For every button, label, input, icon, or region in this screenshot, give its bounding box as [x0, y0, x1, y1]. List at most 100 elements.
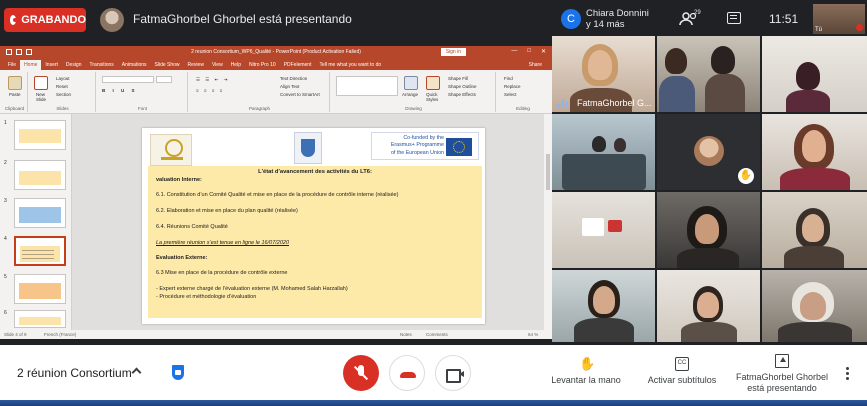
- replace-button[interactable]: Replace: [504, 84, 521, 89]
- raise-hand-label: Levantar la mano: [551, 375, 621, 385]
- quick-styles-label: Quick Styles: [426, 92, 439, 102]
- participant-tile[interactable]: [657, 192, 760, 268]
- zoom-level[interactable]: 64 %: [528, 332, 538, 337]
- close-icon[interactable]: ✕: [541, 48, 546, 55]
- layout-button[interactable]: Layout: [56, 76, 70, 81]
- slide-thumbnail-5[interactable]: [14, 274, 66, 304]
- window-buttons: — □ ✕: [511, 48, 546, 55]
- font-name-box[interactable]: [102, 76, 154, 83]
- presenter-banner: FatmaGhorbel Ghorbel está presentando: [133, 12, 352, 26]
- slide-line: 6.2. Elaboration et mise en place du pla…: [156, 208, 298, 214]
- font-group: B I U S Font: [98, 72, 188, 112]
- participant-tile[interactable]: [762, 114, 867, 190]
- host-controls-shield-icon[interactable]: [172, 365, 184, 380]
- camera-toggle-button[interactable]: [435, 355, 471, 391]
- align-buttons[interactable]: ≡ ≡ ≡ ≡: [196, 88, 224, 93]
- paragraph-label: Paragraph: [248, 106, 270, 111]
- tab-pdfelement[interactable]: PDFelement: [280, 60, 316, 70]
- meeting-header: C Chiara Donnini y 14 más 29 11:51 Tú: [552, 0, 867, 36]
- meeting-name[interactable]: 2 réunion Consortium: [17, 366, 132, 380]
- tab-nitro[interactable]: Nitro Pro 10: [245, 60, 280, 70]
- slide-scrollbar[interactable]: [544, 114, 552, 330]
- participant-tile[interactable]: [762, 192, 867, 268]
- tab-slide-show[interactable]: Slide Show: [151, 60, 184, 70]
- quick-styles-icon[interactable]: [426, 76, 440, 90]
- text-direction-button[interactable]: Text Direction: [280, 76, 307, 81]
- align-text-button[interactable]: Align Text: [280, 84, 299, 89]
- tab-file[interactable]: File: [4, 60, 20, 70]
- microphone-toggle-button[interactable]: [343, 355, 379, 391]
- tab-home[interactable]: Home: [20, 60, 42, 70]
- erasmus-text: Co-funded by the Erasmus+ Programme of t…: [390, 135, 444, 156]
- tab-insert[interactable]: Insert: [41, 60, 62, 70]
- notes-button[interactable]: Notes: [400, 332, 412, 337]
- raised-hand-icon: ✋: [738, 168, 754, 184]
- participant-tile[interactable]: [657, 36, 760, 112]
- sign-in-button[interactable]: Sign in: [440, 48, 466, 56]
- presenting-button[interactable]: FatmaGhorbel Ghorbel está presentando: [732, 354, 832, 394]
- participant-tile[interactable]: ✋: [657, 114, 760, 190]
- shape-outline-button[interactable]: Shape Outline: [448, 84, 477, 89]
- leave-call-button[interactable]: [389, 355, 425, 391]
- chevron-up-icon[interactable]: [131, 367, 142, 378]
- shape-effects-button[interactable]: Shape Effects: [448, 92, 476, 97]
- slide-content: L'état d'avancement des activités du LT6…: [148, 166, 482, 318]
- ppt-ribbon-tabs: File Home Insert Design Transitions Anim…: [0, 59, 552, 70]
- paragraph-group: ☰ ☰ ⇤ ⇥ ≡ ≡ ≡ ≡ Text Direction Align Tex…: [190, 72, 330, 112]
- shapes-gallery[interactable]: [336, 76, 398, 96]
- slide-thumbnail-3[interactable]: [14, 198, 66, 228]
- participant-name: FatmaGhorbel G...: [577, 98, 652, 108]
- minimize-icon[interactable]: —: [511, 48, 517, 55]
- select-button[interactable]: Select: [504, 92, 517, 97]
- tab-review[interactable]: Review: [184, 60, 208, 70]
- find-button[interactable]: Find: [504, 76, 513, 81]
- meeting-controls: 2 réunion Consortium ✋ Levantar la mano …: [0, 345, 867, 406]
- participant-tile[interactable]: [762, 36, 867, 112]
- maximize-icon[interactable]: □: [527, 48, 531, 55]
- paste-icon[interactable]: [8, 76, 22, 90]
- section-button[interactable]: Section: [56, 92, 71, 97]
- tell-me-search[interactable]: Tell me what you want to do: [315, 60, 385, 70]
- slide-thumbnail-4-selected[interactable]: [14, 236, 66, 266]
- eu-flag-icon: [446, 138, 472, 156]
- ppt-window-title: 2 reunion Consortium_WP6_Qualité - Power…: [191, 49, 361, 55]
- share-button[interactable]: Share: [525, 60, 546, 70]
- self-view-tile[interactable]: Tú: [813, 4, 865, 34]
- self-label: Tú: [815, 27, 823, 33]
- language-status[interactable]: French (France): [44, 332, 76, 337]
- tab-animations[interactable]: Animations: [118, 60, 151, 70]
- comments-button[interactable]: Comments: [426, 332, 448, 337]
- participant-tile[interactable]: [762, 270, 867, 342]
- tab-help[interactable]: Help: [227, 60, 245, 70]
- participant-tile[interactable]: [552, 270, 655, 342]
- slide-thumbnail-6[interactable]: [14, 310, 66, 328]
- captions-button[interactable]: CC Activar subtítulos: [642, 357, 722, 386]
- slide-thumbnail-2[interactable]: [14, 160, 66, 190]
- raise-hand-button[interactable]: ✋ Levantar la mano: [548, 357, 624, 386]
- tab-design[interactable]: Design: [62, 60, 86, 70]
- list-buttons[interactable]: ☰ ☰ ⇤ ⇥: [196, 77, 229, 83]
- font-format-buttons[interactable]: B I U S: [102, 88, 138, 93]
- participant-tile[interactable]: FatmaGhorbel G...: [552, 36, 655, 112]
- convert-smartart-button[interactable]: Convert to SmartArt: [280, 92, 320, 97]
- more-options-icon[interactable]: [846, 367, 849, 381]
- tab-transitions[interactable]: Transitions: [86, 60, 118, 70]
- new-slide-icon[interactable]: [34, 76, 48, 90]
- arrange-icon[interactable]: [404, 76, 418, 90]
- slide-line: 6.1. Constitution d’un Comité Qualité et…: [156, 192, 399, 198]
- chat-icon[interactable]: [727, 12, 741, 24]
- shape-fill-button[interactable]: Shape Fill: [448, 76, 468, 81]
- current-slide[interactable]: Co-funded by the Erasmus+ Programme of t…: [142, 128, 485, 324]
- font-size-box[interactable]: [156, 76, 172, 83]
- reset-button[interactable]: Reset: [56, 84, 68, 89]
- participant-tile[interactable]: [552, 114, 655, 190]
- participant-tile[interactable]: [552, 192, 655, 268]
- participant-tile[interactable]: [657, 270, 760, 342]
- recording-badge[interactable]: GRABANDO: [4, 8, 86, 32]
- tab-view[interactable]: View: [208, 60, 227, 70]
- slide-thumbnail-1[interactable]: [14, 120, 66, 150]
- font-label: Font: [137, 106, 147, 111]
- ppt-status-bar: Slide 4 of 9 French (France) Notes Comme…: [0, 330, 552, 339]
- slide-thumbnails: 1 2 3 4 5 6: [0, 114, 72, 330]
- ppt-title-bar: 2 reunion Consortium_WP6_Qualité - Power…: [0, 46, 552, 59]
